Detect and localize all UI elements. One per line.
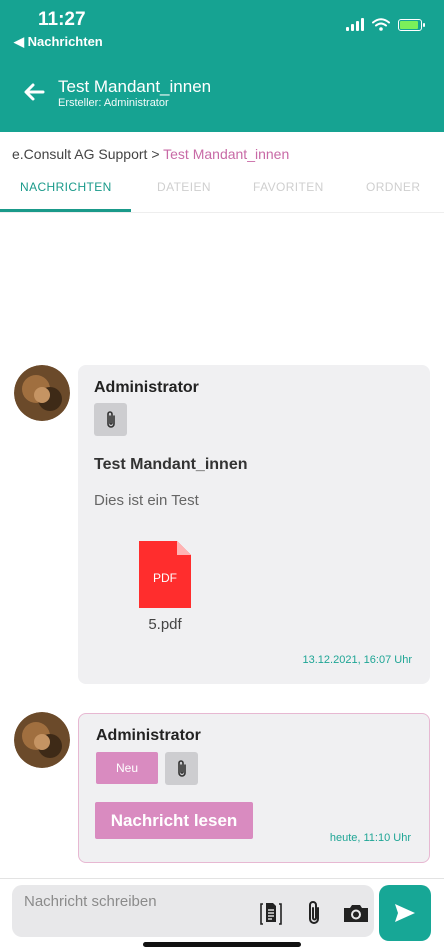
page-title: Test Mandant_innen	[58, 77, 212, 96]
read-message-button[interactable]: Nachricht lesen	[95, 802, 253, 839]
wifi-icon	[372, 18, 390, 31]
breadcrumb-separator: >	[151, 146, 160, 162]
message-body: Dies ist ein Test	[94, 492, 199, 509]
message-timestamp: 13.12.2021, 16:07 Uhr	[302, 654, 412, 666]
attachment-name[interactable]: 5.pdf	[130, 616, 200, 633]
tab-favoriten[interactable]: FAVORITEN	[253, 180, 324, 194]
tab-dateien[interactable]: DATEIEN	[157, 180, 211, 194]
page-subtitle: Ersteller: Administrator	[58, 97, 169, 109]
camera-icon	[344, 905, 368, 922]
paperclip-icon	[177, 759, 186, 777]
pdf-file-icon[interactable]: PDF	[139, 541, 191, 608]
paperclip-icon	[106, 410, 115, 428]
tab-nachrichten[interactable]: NACHRICHTEN	[20, 180, 112, 194]
breadcrumb: e.Consult AG Support > Test Mandant_inne…	[12, 146, 289, 162]
header: 11:27 ◀ Nachrichten Test Mandant_innen E…	[0, 0, 444, 132]
document-button[interactable]	[258, 900, 284, 926]
tab-ordner[interactable]: ORDNER	[366, 180, 420, 194]
avatar	[14, 365, 70, 421]
message-card: Administrator Test Mandant_innen Dies is…	[78, 365, 430, 684]
attachment-button[interactable]	[165, 752, 198, 785]
tab-bar: NACHRICHTEN DATEIEN FAVORITEN ORDNER	[0, 168, 444, 213]
message-input[interactable]	[22, 889, 256, 913]
avatar	[14, 712, 70, 768]
active-tab-indicator	[0, 209, 131, 212]
pdf-type-label: PDF	[153, 571, 177, 585]
breadcrumb-current[interactable]: Test Mandant_innen	[163, 146, 289, 162]
status-icons	[346, 18, 425, 31]
status-time: 11:27	[38, 9, 86, 30]
breadcrumb-root[interactable]: e.Consult AG Support	[12, 146, 147, 162]
signal-icon	[346, 18, 364, 31]
document-icon	[260, 903, 282, 925]
send-icon	[395, 904, 415, 922]
attachment-button[interactable]	[94, 403, 127, 436]
battery-icon	[398, 18, 425, 31]
camera-button[interactable]	[343, 900, 369, 926]
send-button[interactable]	[379, 885, 431, 941]
home-indicator	[143, 942, 301, 947]
attach-button[interactable]	[301, 900, 327, 926]
paperclip-icon	[309, 901, 319, 924]
message-author: Administrator	[94, 379, 199, 396]
message-timestamp: heute, 11:10 Uhr	[329, 832, 411, 844]
message-card-unread: Administrator heute, 11:10 Uhr	[78, 713, 430, 863]
message-subject: Test Mandant_innen	[94, 456, 248, 473]
new-badge: Neu	[96, 752, 158, 784]
status-back-link[interactable]: ◀ Nachrichten	[14, 34, 103, 50]
message-author: Administrator	[96, 727, 201, 744]
back-arrow-icon[interactable]	[22, 80, 46, 104]
